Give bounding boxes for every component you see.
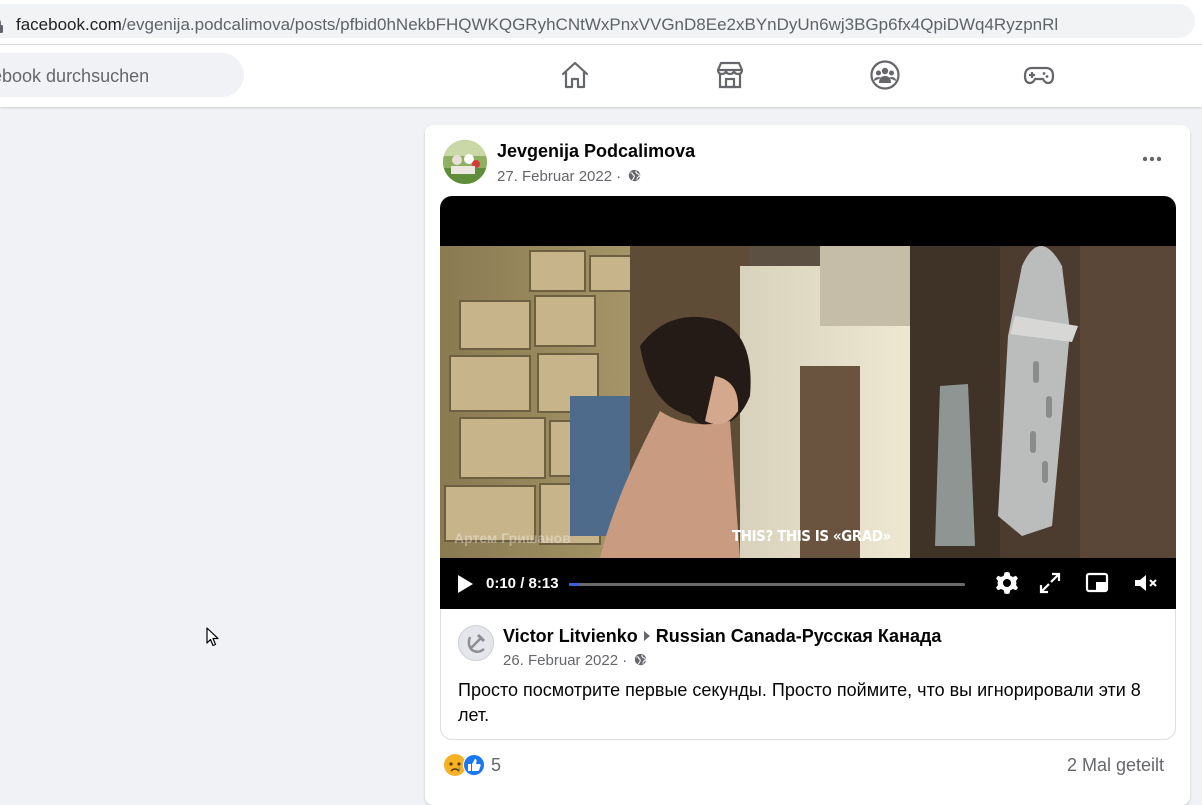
- post-date[interactable]: 27. Februar 2022 ·: [497, 168, 641, 185]
- post-author[interactable]: Jevgenija Podcalimova: [497, 141, 695, 162]
- url-text: facebook.com/evgenija.podcalimova/posts/…: [16, 15, 1059, 34]
- avatar-photo: [443, 140, 487, 184]
- reaction-icons[interactable]: [443, 753, 493, 777]
- reaction-count[interactable]: 5: [491, 755, 501, 776]
- arrow-right-icon: [643, 631, 650, 641]
- url-field[interactable]: facebook.com/evgenija.podcalimova/posts/…: [0, 4, 1195, 38]
- settings-icon[interactable]: [994, 570, 1020, 596]
- post-date-text: 27. Februar 2022 ·: [497, 168, 622, 185]
- author-avatar[interactable]: [443, 140, 487, 184]
- globe-icon: [629, 169, 641, 182]
- mouse-cursor-icon: [206, 627, 219, 647]
- gaming-icon[interactable]: [1023, 59, 1055, 91]
- shared-author[interactable]: Victor Litvienko: [503, 626, 638, 646]
- video-controls: 0:10 / 8:13: [440, 558, 1176, 609]
- top-navigation-bar: ebook durchsuchen: [0, 45, 1202, 107]
- video-progress-bar[interactable]: [569, 583, 965, 586]
- shared-date-text: 26. Februar 2022 ·: [503, 652, 628, 669]
- fullscreen-icon[interactable]: [1037, 570, 1063, 596]
- shared-author-line: Victor Litvienko Russian Canada-Русская К…: [503, 626, 941, 647]
- video-player[interactable]: Артем Гришанов THIS? THIS IS «GRAD» 0:10…: [440, 196, 1176, 609]
- hammer-sickle-icon: [467, 633, 486, 653]
- video-progress-played: [569, 583, 579, 586]
- video-watermark: Артем Гришанов: [454, 530, 571, 546]
- browser-address-bar: facebook.com/evgenija.podcalimova/posts/…: [0, 0, 1202, 45]
- search-placeholder: ebook durchsuchen: [0, 66, 150, 86]
- sad-reaction-icon: [444, 754, 466, 776]
- picture-in-picture-icon[interactable]: [1084, 570, 1110, 596]
- shared-post-text: Просто посмотрите первые секунды. Просто…: [458, 680, 1141, 725]
- mute-icon[interactable]: [1132, 570, 1158, 596]
- play-icon[interactable]: [456, 574, 474, 594]
- shared-author-avatar[interactable]: [458, 625, 494, 661]
- like-reaction-icon: [463, 754, 485, 776]
- lock-icon: [0, 20, 3, 33]
- shared-group[interactable]: Russian Canada-Русская Канада: [656, 626, 942, 646]
- more-options-icon[interactable]: [1140, 150, 1164, 168]
- video-frame: [440, 246, 1176, 558]
- home-icon[interactable]: [559, 59, 591, 91]
- globe-icon: [635, 653, 647, 666]
- share-count[interactable]: 2 Mal geteilt: [1067, 755, 1164, 776]
- video-subtitle: THIS? THIS IS «GRAD»: [732, 527, 891, 545]
- shared-date[interactable]: 26. Februar 2022 ·: [503, 652, 647, 669]
- marketplace-icon[interactable]: [714, 59, 746, 91]
- groups-icon[interactable]: [869, 59, 901, 91]
- video-time: 0:10 / 8:13: [486, 575, 559, 592]
